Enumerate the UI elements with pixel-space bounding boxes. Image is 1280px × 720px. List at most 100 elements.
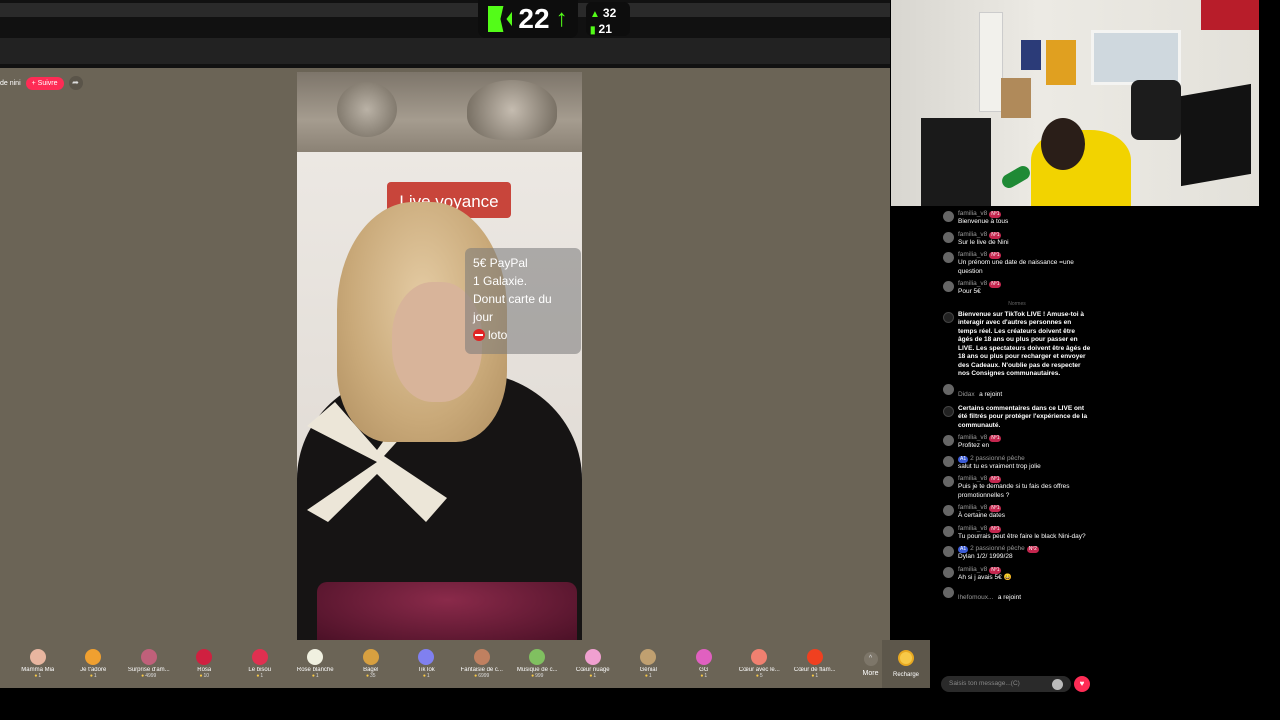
tiktok-icon: [943, 311, 954, 323]
chat-username[interactable]: familia_v8: [958, 210, 987, 217]
chat-username[interactable]: familia_v8: [958, 475, 987, 482]
join-user[interactable]: Didax: [958, 391, 975, 398]
avatar: [943, 587, 954, 598]
rank-badge: Nº1: [989, 435, 1002, 442]
stats-badge: ▲ 32 ▮ 21: [586, 2, 630, 36]
gift-item[interactable]: Rosa 10: [177, 649, 233, 679]
gift-item[interactable]: Cœur de flam... 1: [787, 649, 843, 679]
kick-viewer-count: 22: [518, 3, 550, 34]
gift-item[interactable]: Cœur nuage 1: [565, 649, 621, 679]
follow-button[interactable]: + Suivre: [25, 76, 64, 90]
gift-item[interactable]: Je t'adore 1: [66, 649, 122, 679]
level-badge: A1: [958, 546, 969, 553]
avatar: [943, 383, 954, 395]
gift-item[interactable]: Génial 1: [621, 649, 677, 679]
chat-text: Dylan 1/2/ 1999/28: [958, 553, 1013, 560]
avatar: [943, 281, 954, 292]
chat-text: Sur le live de Nini: [958, 238, 1009, 246]
chat-username[interactable]: familia_v8: [958, 566, 987, 573]
gift-price: 35: [366, 673, 376, 679]
gift-item[interactable]: Rose blanche 1: [288, 649, 344, 679]
chat-username[interactable]: familia_v8: [958, 251, 987, 258]
filter-notice: Certains commentaires dans ce LIVE ont é…: [943, 405, 1091, 431]
gift-item[interactable]: TikTok 1: [399, 649, 455, 679]
chat-username[interactable]: familia_v8: [958, 504, 987, 511]
chat-username[interactable]: familia_v8: [958, 280, 987, 287]
rank-badge: Nº2: [1026, 546, 1039, 553]
webcam-shelf: [1001, 78, 1031, 118]
chat-text: Un prénom une date de naissance =une que…: [958, 259, 1074, 275]
gift-price: 1: [34, 673, 41, 679]
chat-section-label: Normes: [1008, 300, 1026, 307]
chat-message: A1 2 passionné pêche Nº2 Dylan 1/2/ 1999/2…: [943, 545, 1091, 562]
gift-item[interactable]: Mamma Mia 1: [10, 649, 66, 679]
gift-item[interactable]: Le bisou 1: [232, 649, 288, 679]
stat-bottom: 21: [598, 22, 612, 36]
gift-item[interactable]: Cœur avec le... 5: [732, 649, 788, 679]
tiktok-icon: [943, 405, 954, 417]
gift-item[interactable]: Fantaisie de c... 6999: [454, 649, 510, 679]
live-chat[interactable]: familia_v8 Nº1 Bienvenue à tous familia_v…: [937, 206, 1095, 700]
gift-icon: [307, 649, 324, 665]
top-overlay: 22 ↑ ▲ 32 ▮ 21: [0, 0, 890, 68]
chat-user-line: familia_v8 Nº1: [958, 231, 1091, 239]
gift-icon: [196, 649, 213, 665]
join-user[interactable]: lhefomoux...: [958, 594, 993, 601]
host-name[interactable]: de nini: [0, 80, 21, 87]
gift-icon: [85, 649, 102, 665]
gift-price: 1: [256, 673, 263, 679]
promo-line: loto: [473, 326, 573, 344]
live-video[interactable]: Live voyance 5€ PayPal 1 Galaxie. Donut …: [297, 72, 582, 640]
gift-item[interactable]: Musique de c... 999: [510, 649, 566, 679]
webcam-door: [979, 12, 1003, 112]
gift-icon: [140, 649, 157, 665]
chat-user-line: A1 2 passionné pêche Nº2: [958, 545, 1091, 553]
chat-user-line: familia_v8 Nº1: [958, 210, 1091, 218]
chat-message: familia_v8 Nº1 Tu pourrais peut être fair…: [943, 525, 1091, 542]
gift-icon: [806, 649, 823, 665]
gift-item[interactable]: Bagel 35: [343, 649, 399, 679]
chat-message: familia_v8 Nº1 Un prénom une date de nais…: [943, 251, 1091, 276]
gift-item[interactable]: GG 1: [676, 649, 732, 679]
join-text: a rejoint: [997, 594, 1021, 601]
avatar: [943, 476, 954, 487]
avatar: [943, 231, 954, 243]
gift-icon: [751, 649, 768, 665]
more-label: More: [862, 669, 879, 677]
rank-badge: Nº1: [989, 525, 1002, 533]
gift-icon: [29, 649, 46, 665]
gift-price: 6999: [474, 673, 489, 679]
avatar: [943, 435, 954, 446]
gift-price: 999: [531, 673, 543, 679]
chat-text: À certaine dates: [958, 512, 1005, 519]
promo-line: jour: [473, 310, 494, 324]
promo-line: Donut carte du: [473, 292, 552, 306]
chat-username[interactable]: familia_v8: [958, 231, 987, 238]
chat-message: familia_v8 Nº1 Bienvenue à tous: [943, 210, 1091, 227]
chat-message: familia_v8 Nº1 Sur le live de Nini: [943, 231, 1091, 248]
rank-badge: Nº1: [989, 505, 1002, 512]
webcam-window: [1091, 30, 1181, 85]
gift-price: 1: [312, 673, 319, 679]
chat-username[interactable]: 2 passionné pêche: [970, 455, 1025, 462]
rank-badge: Nº1: [989, 566, 1002, 574]
chat-text: Ah si j avais 5€ 😄: [958, 573, 1012, 581]
gift-item[interactable]: Surprise d'am... 4999: [121, 649, 177, 679]
chat-username[interactable]: familia_v8: [958, 434, 987, 441]
webcam-pc-tower: [921, 118, 991, 206]
webcam-flag: [1201, 0, 1259, 30]
gift-price: 4999: [141, 673, 156, 679]
person-up-icon: ▲: [590, 9, 600, 20]
chat-user-line: familia_v8 Nº1: [958, 475, 1091, 483]
heart-icon[interactable]: ♥: [1074, 676, 1090, 692]
share-icon[interactable]: ➦: [68, 76, 83, 90]
rank-badge: Nº1: [989, 211, 1002, 218]
kick-logo-icon: [488, 6, 513, 32]
emoji-icon[interactable]: [1052, 679, 1063, 690]
system-message: Bienvenue sur TikTok LIVE ! Amuse-toi à …: [943, 311, 1091, 379]
chat-username[interactable]: 2 passionné pêche: [970, 545, 1025, 552]
stat-top: 32: [602, 6, 617, 20]
recharge-button[interactable]: Recharge: [882, 640, 930, 688]
filter-notice-text: Certains commentaires dans ce LIVE ont é…: [958, 404, 1088, 429]
chat-username[interactable]: familia_v8: [958, 525, 987, 532]
